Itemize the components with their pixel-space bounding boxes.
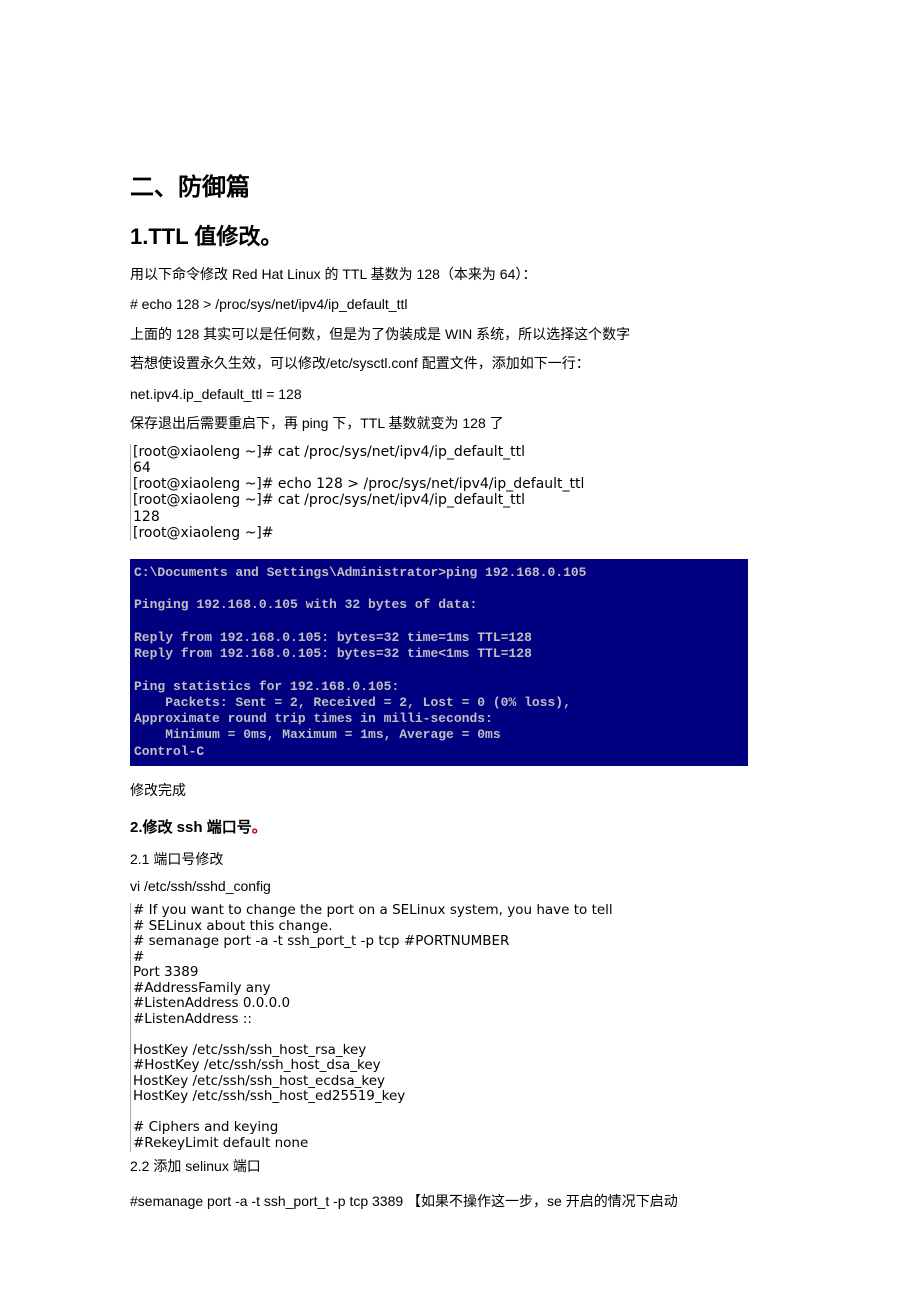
paragraph: 用以下命令修改 Red Hat Linux 的 TTL 基数为 128（本来为 … <box>130 263 790 287</box>
command-line: vi /etc/ssh/sshd_config <box>130 876 790 897</box>
subheading: 2.2 添加 selinux 端口 <box>130 1156 790 1177</box>
subheading: 2.1 端口号修改 <box>130 849 790 870</box>
terminal-light-block: # If you want to change the port on a SE… <box>130 903 790 1151</box>
config-file-output: # If you want to change the port on a SE… <box>131 903 790 1151</box>
terminal-light-block: [root@xiaoleng ~]# cat /proc/sys/net/ipv… <box>130 444 790 541</box>
heading-dot: 。 <box>252 819 267 836</box>
terminal-output: C:\Documents and Settings\Administrator>… <box>134 565 744 760</box>
heading-text: 2.修改 ssh 端口号 <box>130 819 252 836</box>
config-line: net.ipv4.ip_default_ttl = 128 <box>130 384 790 405</box>
command-line: # echo 128 > /proc/sys/net/ipv4/ip_defau… <box>130 293 790 317</box>
terminal-dark-block: C:\Documents and Settings\Administrator>… <box>130 559 748 766</box>
section-heading: 二、防御篇 <box>130 170 790 206</box>
terminal-output: [root@xiaoleng ~]# cat /proc/sys/net/ipv… <box>131 444 790 541</box>
paragraph: 保存退出后需要重启下，再 ping 下，TTL 基数就变为 128 了 <box>130 413 790 434</box>
subsection-heading-1: 1.TTL 值修改。 <box>130 220 790 253</box>
paragraph: #semanage port -a -t ssh_port_t -p tcp 3… <box>130 1191 790 1212</box>
paragraph: 上面的 128 其实可以是任何数，但是为了伪装成是 WIN 系统，所以选择这个数… <box>130 323 790 347</box>
paragraph: 若想使设置永久生效，可以修改/etc/sysctl.conf 配置文件，添加如下… <box>130 352 790 376</box>
subsection-heading-2: 2.修改 ssh 端口号。 <box>130 817 790 840</box>
paragraph: 修改完成 <box>130 780 790 801</box>
